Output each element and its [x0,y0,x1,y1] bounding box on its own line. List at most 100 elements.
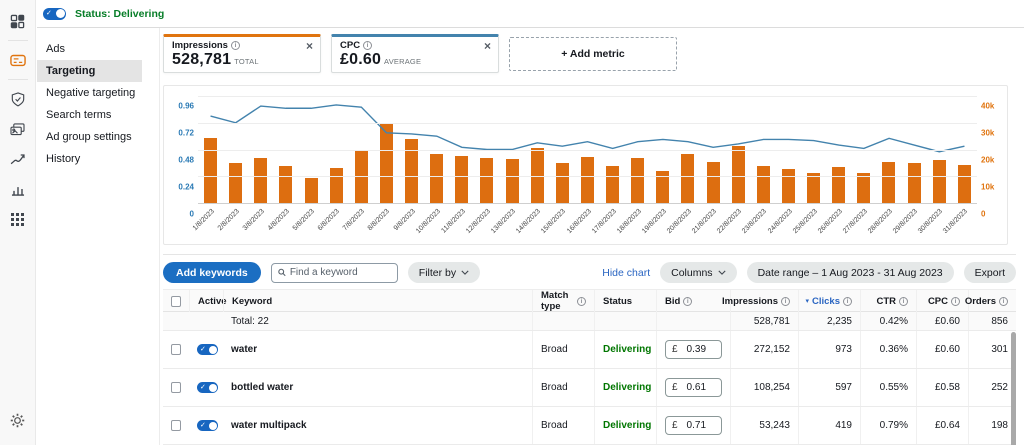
column-header-match-type[interactable]: Match typei [532,290,594,312]
row-checkbox-cell [163,420,189,431]
sidebar-item-history[interactable]: History [37,148,142,170]
apps-grid-icon[interactable] [10,211,26,227]
metric-qualifier: TOTAL [234,57,258,66]
search-input[interactable] [290,267,391,278]
row-checkbox[interactable] [171,382,181,393]
sidebar-item-negative-targeting[interactable]: Negative targeting [37,82,142,104]
filter-by-button[interactable]: Filter by [408,262,480,283]
bar-chart-icon[interactable] [10,181,26,197]
column-header-bid[interactable]: Bidi [656,290,730,312]
column-header-ctr[interactable]: CTRi [860,290,916,312]
export-button[interactable]: Export [964,262,1016,283]
keywords-table: ActiveKeywordMatch typeiStatusBidiImpres… [163,289,1016,445]
column-header-impressions[interactable]: Impressionsi [730,290,798,312]
close-icon[interactable]: × [484,40,491,52]
hide-chart-link[interactable]: Hide chart [602,267,650,279]
metric-card-impressions: Impressions i × 528,781TOTAL [163,34,321,73]
column-header-cpc[interactable]: CPCi [916,290,968,312]
settings-gear-icon[interactable] [10,412,26,428]
sidebar-item-search-terms[interactable]: Search terms [37,104,142,126]
keyword-cell[interactable]: bottled water [223,382,532,393]
column-label: Match type [541,290,574,312]
keyword-cell[interactable]: water multipack [223,420,532,431]
right-axis-tick: 10k [981,183,994,192]
column-header-active[interactable]: Active [189,290,223,312]
info-icon[interactable]: i [951,297,960,306]
metric-value-cell: 0.36% [860,331,916,368]
gridline [198,150,977,151]
left-axis-tick: 0.96 [178,102,194,111]
column-label: Orders [965,296,996,307]
bid-value: 0.61 [678,382,715,393]
x-axis-label: 19/8/2023 [641,208,668,235]
bid-input[interactable]: £0.71 [665,416,722,435]
status-badge: Delivering [603,382,651,393]
x-axis-label: 28/8/2023 [867,208,894,235]
add-metric-button[interactable]: + Add metric [509,37,677,71]
search-icon [278,268,286,277]
info-icon[interactable]: i [899,297,908,306]
sidebar-item-ads[interactable]: Ads [37,38,142,60]
right-axis-tick: 0 [981,210,985,219]
creatives-icon[interactable] [10,121,26,137]
info-icon[interactable]: i [577,297,586,306]
x-axis-label: 21/8/2023 [691,208,718,235]
columns-button[interactable]: Columns [660,262,736,283]
right-axis-tick: 30k [981,129,994,138]
x-axis-label: 7/8/2023 [342,208,366,232]
x-axis-label: 17/8/2023 [591,208,618,235]
column-header-keyword[interactable]: Keyword [223,290,532,312]
performance-chart: 0.960.720.480.240 1/8/20232/8/20233/8/20… [163,85,1008,245]
metric-value-cell: 0.55% [860,369,916,406]
sidebar-item-targeting[interactable]: Targeting [37,60,142,82]
keyword-active-toggle[interactable] [197,420,218,431]
date-range-button[interactable]: Date range – 1 Aug 2023 - 31 Aug 2023 [747,262,954,283]
info-icon[interactable]: i [781,297,790,306]
metric-value-cell: £0.58 [916,369,968,406]
left-axis-tick: 0.24 [178,183,194,192]
campaigns-icon[interactable] [10,52,26,68]
metric-value-cell: 419 [798,407,860,444]
table-row: water multipackBroadDelivering£0.7153,24… [163,407,1016,445]
x-axis-label: 24/8/2023 [767,208,794,235]
rail-divider [8,79,28,80]
info-icon[interactable]: i [999,297,1008,306]
bid-input[interactable]: £0.61 [665,378,722,397]
campaign-status-toggle[interactable] [43,8,66,20]
bid-input[interactable]: £0.39 [665,340,722,359]
select-all-checkbox[interactable] [171,296,181,307]
trending-up-icon[interactable] [10,151,26,167]
match-type-cell: Broad [532,407,594,444]
keyword-search[interactable] [271,263,398,283]
keyword-active-toggle[interactable] [197,382,218,393]
row-checkbox[interactable] [171,344,181,355]
x-axis-label: 3/8/2023 [242,208,266,232]
close-icon[interactable]: × [306,40,313,52]
keyword-cell[interactable]: water [223,344,532,355]
x-axis-labels: 1/8/20232/8/20233/8/20234/8/20235/8/2023… [198,204,977,244]
table-scrollbar[interactable] [1011,332,1016,445]
info-icon[interactable]: i [231,41,240,50]
column-header-status[interactable]: Status [594,290,656,312]
info-icon[interactable]: i [683,297,692,306]
metric-value-cell: 0.79% [860,407,916,444]
x-axis-label: 18/8/2023 [616,208,643,235]
sidebar-item-ad-group-settings[interactable]: Ad group settings [37,126,142,148]
metric-value-cell: 597 [798,369,860,406]
row-checkbox[interactable] [171,420,181,431]
dashboard-icon[interactable] [10,13,26,29]
left-axis-tick: 0.72 [178,129,194,138]
metric-value-cell: 301 [968,331,1016,368]
add-keywords-button[interactable]: Add keywords [163,262,261,283]
keyword-active-toggle[interactable] [197,344,218,355]
info-icon[interactable]: i [363,41,372,50]
column-header-clicks[interactable]: ▾Clicksi [798,290,860,312]
total-empty-cell [532,312,594,330]
status-badge: Delivering [603,420,651,431]
right-axis-tick: 40k [981,102,994,111]
app-rail [0,0,36,445]
info-icon[interactable]: i [843,297,852,306]
shield-icon[interactable] [10,91,26,107]
column-header-orders[interactable]: Ordersi [968,290,1016,312]
x-axis-label: 25/8/2023 [792,208,819,235]
